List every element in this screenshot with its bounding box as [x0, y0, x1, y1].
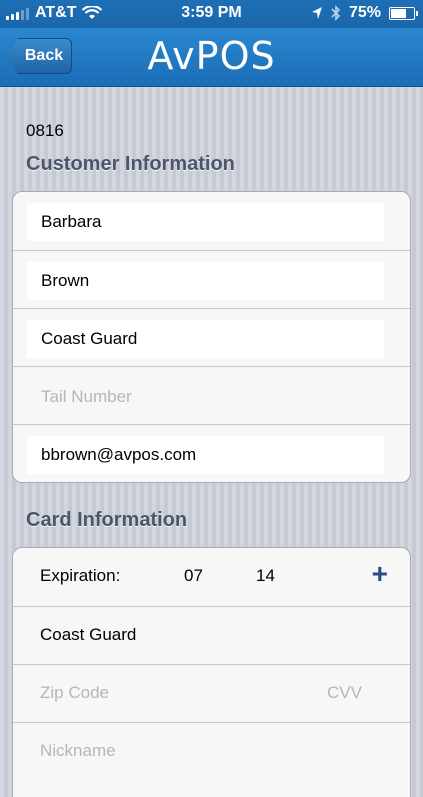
expiration-label: Expiration: — [40, 566, 121, 585]
last-name-field[interactable]: Brown — [27, 262, 384, 300]
logo-text: AvPOS — [147, 34, 276, 78]
tail-number-row: Tail Number — [13, 366, 410, 424]
expiration-year[interactable]: 14 — [256, 566, 275, 586]
battery-icon — [389, 6, 418, 20]
last-name-row: Brown — [13, 250, 410, 308]
zip-cvv-row: Zip Code CVV — [13, 664, 410, 722]
battery-percentage: 75% — [348, 4, 381, 21]
status-bar: AT&T 3:59 PM 75% — [0, 0, 423, 28]
expiration-row: Expiration: 07 14 + — [13, 548, 410, 606]
expiration-month[interactable]: 07 — [184, 566, 203, 586]
organization-row: Coast Guard — [13, 308, 410, 366]
nickname-row: Nickname — [13, 722, 410, 780]
app-logo: AvPOS — [0, 34, 423, 78]
email-field[interactable]: bbrown@avpos.com — [27, 436, 384, 474]
bluetooth-icon — [331, 5, 341, 21]
tail-number-field[interactable]: Tail Number — [27, 378, 384, 416]
email-row: bbrown@avpos.com — [13, 424, 410, 482]
customer-information-heading: Customer Information — [26, 153, 235, 175]
first-name-row: Barbara — [13, 192, 410, 250]
card-information-heading: Card Information — [26, 509, 188, 531]
organization-field[interactable]: Coast Guard — [27, 320, 384, 358]
nickname-field[interactable]: Nickname — [40, 741, 116, 761]
cvv-field[interactable]: CVV — [327, 683, 362, 703]
navigation-bar: Back AvPOS — [0, 28, 423, 87]
card-information-group: Expiration: 07 14 + Coast Guard Zip Code… — [12, 547, 411, 797]
first-name-field[interactable]: Barbara — [27, 203, 384, 241]
add-icon[interactable]: + — [372, 558, 388, 590]
card-name-field[interactable]: Coast Guard — [40, 625, 136, 645]
customer-information-group: Barbara Brown Coast Guard Tail Number bb… — [12, 191, 411, 483]
zip-code-field[interactable]: Zip Code — [40, 683, 109, 703]
record-number: 0816 — [26, 121, 64, 140]
card-name-row: Coast Guard — [13, 606, 410, 664]
location-icon — [311, 7, 322, 19]
